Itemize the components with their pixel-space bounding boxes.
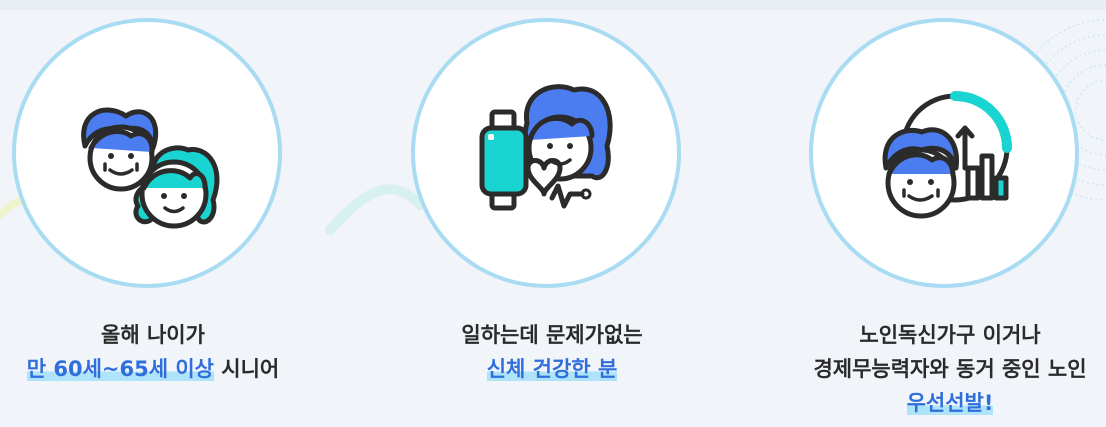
card-senior-age: 올해 나이가 만 60세~65세 이상 시니어 — [3, 18, 303, 423]
highlight-text: 신체 건강한 분 — [486, 357, 618, 381]
senior-couple-icon — [81, 107, 220, 229]
highlight-text: 우선선발! — [906, 391, 994, 415]
card-text: 일하는데 문제가없는 신체 건강한 분 — [402, 318, 702, 386]
card-line-2: 만 60세~65세 이상 시니어 — [3, 352, 303, 386]
card-priority-selection: 노인독신가구 이거나 경제무능력자와 동거 중인 노인 우선선발! — [800, 18, 1100, 423]
card-line-1: 올해 나이가 — [101, 323, 205, 347]
card-line-1: 일하는데 문제가없는 — [461, 323, 643, 347]
card-text: 올해 나이가 만 60세~65세 이상 시니어 — [3, 318, 303, 386]
highlight-text: 만 60세~65세 이상 — [26, 357, 214, 381]
card-line-2: 경제무능력자와 동거 중인 노인 — [813, 357, 1087, 381]
senior-growth-chart-icon — [882, 91, 1012, 219]
card-healthy-body: 일하는데 문제가없는 신체 건강한 분 — [402, 18, 702, 423]
card-line-2-rest: 시니어 — [213, 357, 280, 381]
card-line-2: 신체 건강한 분 — [402, 352, 702, 386]
card-text: 노인독신가구 이거나 경제무능력자와 동거 중인 노인 우선선발! — [800, 318, 1100, 420]
smartwatch-health-icon — [479, 84, 613, 211]
card-line-3: 우선선발! — [800, 386, 1100, 420]
card-line-1: 노인독신가구 이거나 — [859, 323, 1041, 347]
